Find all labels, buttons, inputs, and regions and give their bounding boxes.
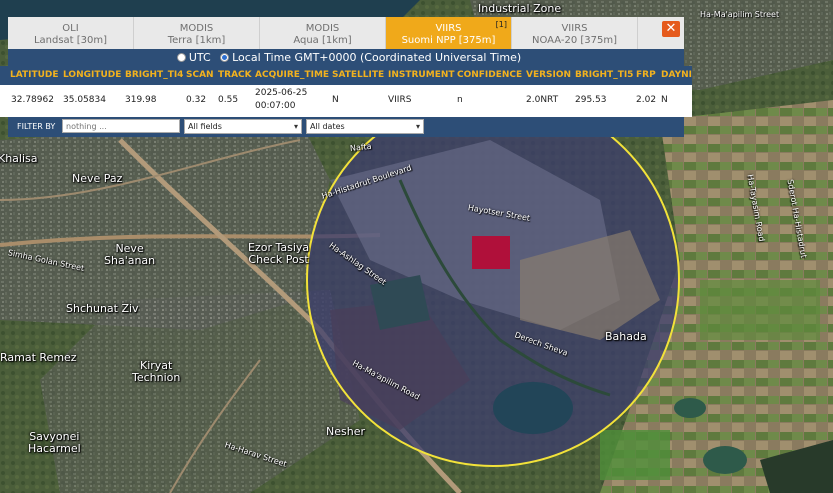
col-satellite[interactable]: SATELLITE: [332, 66, 384, 85]
col-daynight[interactable]: DAYNI: [661, 66, 692, 85]
field-select[interactable]: All fields ▾: [184, 119, 302, 134]
cell-confidence: n: [457, 95, 463, 105]
col-latitude[interactable]: LATITUDE: [10, 66, 59, 85]
col-scan[interactable]: SCAN: [186, 66, 214, 85]
col-confidence[interactable]: CONFIDENCE: [457, 66, 522, 85]
cell-satellite: N: [332, 95, 339, 105]
cell-instrument: VIIRS: [388, 95, 412, 105]
col-track[interactable]: TRACK: [218, 66, 252, 85]
utc-label: UTC: [188, 51, 211, 64]
tab-sub: Landsat [30m]: [33, 35, 108, 46]
cell-latitude: 32.78962: [11, 95, 54, 105]
utc-radio[interactable]: [176, 53, 186, 62]
tab-modis-aqua[interactable]: MODIS Aqua [1km]: [260, 17, 386, 49]
cell-bright-ti5: 295.53: [575, 95, 607, 105]
map-label-shchunat-ziv: Shchunat Ziv: [66, 302, 139, 315]
map-label-ramat-remez: Ramat Remez: [0, 351, 77, 364]
tab-name: OLI: [62, 23, 79, 34]
tab-oli[interactable]: OLI Landsat [30m]: [8, 17, 134, 49]
filter-input[interactable]: [62, 119, 180, 133]
col-bright-ti4[interactable]: BRIGHT_TI4: [125, 66, 183, 85]
col-version[interactable]: VERSION: [526, 66, 571, 85]
time-zone-selector: UTC Local Time GMT+0000 (Coordinated Uni…: [8, 49, 684, 66]
field-select-value: All fields: [188, 122, 222, 131]
map-label-neve-paz: Neve Paz: [72, 172, 123, 185]
tab-sub: Aqua [1km]: [293, 35, 352, 46]
map-label-khalisa: Khalisa: [0, 152, 38, 165]
date-select[interactable]: All dates ▾: [306, 119, 424, 134]
acquire-date: 2025-06-25: [255, 88, 308, 98]
tab-modis-terra[interactable]: MODIS Terra [1km]: [134, 17, 260, 49]
map-label-hamaapilim-street: Ha-Ma'apilim Street: [700, 10, 780, 19]
chevron-down-icon: ▾: [293, 122, 298, 131]
tab-viirs-noaa20[interactable]: VIIRS NOAA-20 [375m]: [512, 17, 638, 49]
tab-name: VIIRS: [561, 23, 588, 34]
col-longitude[interactable]: LONGITUDE: [63, 66, 121, 85]
fire-info-panel: OLI Landsat [30m] MODIS Terra [1km] MODI…: [0, 17, 692, 137]
local-time-radio[interactable]: [220, 53, 230, 62]
filter-label: FILTER BY: [17, 122, 56, 131]
cell-scan: 0.32: [186, 95, 207, 105]
cell-acquire-time: 2025-06-25 00:07:00: [255, 87, 307, 113]
col-acquire-time[interactable]: ACQUIRE_TIME: [255, 66, 329, 85]
acquire-time: 00:07:00: [255, 101, 296, 111]
cell-frp: 2.02: [636, 95, 657, 105]
tab-sub: Terra [1km]: [167, 35, 226, 46]
tab-name: MODIS: [305, 23, 340, 34]
tab-name: MODIS: [179, 23, 214, 34]
chevron-down-icon: ▾: [415, 122, 420, 131]
date-select-value: All dates: [310, 122, 345, 131]
col-bright-ti5[interactable]: BRIGHT_TI5: [575, 66, 633, 85]
tab-sub: NOAA-20 [375m]: [531, 35, 618, 46]
tab-viirs-suomi-npp[interactable]: [1] VIIRS Suomi NPP [375m]: [386, 17, 512, 49]
cell-version: 2.0NRT: [526, 95, 559, 105]
map-label-industrial-zone: Industrial Zone: [478, 2, 562, 15]
filter-bar: FILTER BY All fields ▾ All dates ▾: [8, 117, 684, 137]
map-label-bahada: Bahada: [605, 330, 647, 343]
tab-count-badge: [1]: [495, 20, 507, 29]
map-label-neve-shaanan: Neve Sha'anan: [104, 242, 156, 267]
table-row[interactable]: 32.78962 35.05834 319.98 0.32 0.55 2025-…: [0, 85, 692, 117]
map-label-savyonei-hacarmel: Savyonei Hacarmel: [28, 430, 81, 455]
cell-track: 0.55: [218, 95, 239, 105]
col-instrument[interactable]: INSTRUMENT: [388, 66, 455, 85]
cell-daynight: N: [661, 95, 668, 105]
tab-name: VIIRS: [435, 23, 462, 34]
local-time-label: Local Time GMT+0000 (Coordinated Univers…: [232, 51, 522, 64]
sensor-tabs: OLI Landsat [30m] MODIS Terra [1km] MODI…: [8, 17, 684, 49]
tab-sub: Suomi NPP [375m]: [401, 35, 496, 46]
map-label-kiryat-technion: Kiryat Technion: [132, 359, 181, 384]
col-frp[interactable]: FRP: [636, 66, 656, 85]
map-label-nesher: Nesher: [326, 425, 365, 438]
map-label-ezor-tasiya: Ezor Tasiya Check Post: [248, 241, 310, 266]
close-icon[interactable]: ✕: [662, 21, 680, 37]
cell-longitude: 35.05834: [63, 95, 106, 105]
cell-bright-ti4: 319.98: [125, 95, 157, 105]
fire-pixel[interactable]: [472, 236, 510, 269]
table-header-row: LATITUDE LONGITUDE BRIGHT_TI4 SCAN TRACK…: [0, 66, 692, 85]
